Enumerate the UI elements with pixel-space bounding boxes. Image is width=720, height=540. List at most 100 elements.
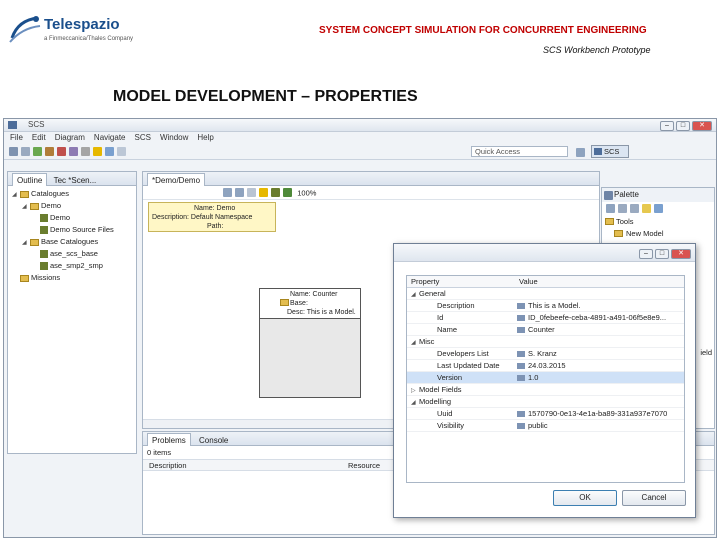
build-icon[interactable]: [45, 147, 54, 157]
ok-button[interactable]: OK: [553, 490, 617, 506]
property-row[interactable]: Description This is a Model.: [407, 300, 684, 312]
property-row[interactable]: Visibility public: [407, 420, 684, 432]
property-value[interactable]: 24.03.2015: [528, 361, 566, 370]
zoom-out-icon[interactable]: [630, 204, 639, 214]
model-icon: [280, 299, 289, 306]
property-row[interactable]: Uuid 1570790-0e13-4e1a-ba89-331a937e7070: [407, 408, 684, 420]
property-group-row[interactable]: ▷ Model Fields: [407, 384, 684, 396]
main-toolbar: Quick Access SCS: [4, 144, 716, 160]
quick-access-input[interactable]: Quick Access: [471, 146, 568, 157]
outline-item-label: ase_smp2_smp: [50, 261, 103, 270]
outline-item-label: Demo: [50, 213, 71, 222]
tab-outline[interactable]: Outline: [12, 173, 48, 186]
logo: Telespazio a Finmeccanica/Thales Company: [8, 10, 148, 54]
property-value[interactable]: Counter: [528, 325, 555, 334]
copy-icon[interactable]: [81, 147, 90, 157]
outline-tree-item[interactable]: Demo Source Files: [12, 224, 136, 236]
expand-arrow-icon[interactable]: ◢: [22, 237, 30, 249]
menu-scs[interactable]: SCS: [135, 133, 151, 142]
palette-header: Palette: [602, 188, 714, 202]
property-value[interactable]: public: [528, 421, 548, 430]
col-description[interactable]: Description: [149, 460, 187, 472]
menu-edit[interactable]: Edit: [32, 133, 46, 142]
col-property[interactable]: Property: [411, 276, 439, 288]
outline-panel: Outline Tec *Scen... ◢ Catalogues ◢ Demo Dem…: [7, 171, 137, 454]
cancel-button[interactable]: Cancel: [622, 490, 686, 506]
property-row[interactable]: Developers List S. Kranz: [407, 348, 684, 360]
zoom-in-icon[interactable]: [618, 204, 627, 214]
fill-color-icon[interactable]: [259, 188, 268, 198]
tab-problems[interactable]: Problems: [147, 433, 191, 446]
property-value[interactable]: 1570790-0e13-4e1a-ba89-331a937e7070: [528, 409, 667, 418]
logo-tagline: a Finmeccanica/Thales Company: [44, 36, 134, 42]
select-icon[interactable]: [606, 204, 615, 214]
outline-tree-item[interactable]: ase_smp2_smp: [12, 260, 136, 272]
outline-tree-item[interactable]: ase_scs_base: [12, 248, 136, 260]
open-perspective-icon[interactable]: [576, 148, 585, 157]
back-icon[interactable]: [105, 147, 114, 157]
palette-group-tools[interactable]: Tools: [602, 216, 714, 228]
dialog-minimize-icon[interactable]: –: [639, 249, 653, 259]
outline-tree-item[interactable]: ◢ Base Catalogues: [12, 236, 136, 248]
col-resource[interactable]: Resource: [348, 460, 380, 472]
property-value[interactable]: 1.0: [528, 373, 538, 382]
property-row[interactable]: Version 1.0: [407, 372, 684, 384]
outline-tree-item[interactable]: Demo: [12, 212, 136, 224]
palette-item-new-model[interactable]: New Model: [602, 228, 714, 240]
tab-demo-editor[interactable]: *Demo/Demo: [147, 173, 206, 186]
package-icon[interactable]: [69, 147, 78, 157]
arrange-icon[interactable]: [235, 188, 244, 198]
outline-tree-item[interactable]: Missions: [12, 272, 136, 284]
property-group-row[interactable]: ◢ Modelling: [407, 396, 684, 408]
run-icon[interactable]: [57, 147, 66, 157]
dialog-maximize-icon[interactable]: □: [655, 249, 669, 259]
menu-diagram[interactable]: Diagram: [55, 133, 85, 142]
line-color-icon[interactable]: [271, 188, 280, 198]
property-group-row[interactable]: ◢ Misc: [407, 336, 684, 348]
menu-navigate[interactable]: Navigate: [94, 133, 126, 142]
expand-arrow-icon[interactable]: ◢: [12, 189, 20, 201]
align-icon[interactable]: [223, 188, 232, 198]
outline-tree-item[interactable]: ◢ Demo: [12, 200, 136, 212]
connector-icon[interactable]: [654, 204, 663, 214]
perspective-button[interactable]: SCS: [591, 145, 629, 158]
property-value[interactable]: S. Kranz: [528, 349, 557, 358]
property-row[interactable]: Id ID_0febeefe-ceba-4891-a491-06f5e8e9...: [407, 312, 684, 324]
tab-scenario[interactable]: Tec *Scen...: [54, 176, 97, 185]
property-value[interactable]: This is a Model.: [528, 301, 581, 310]
check-icon[interactable]: [33, 147, 42, 157]
tools-folder-icon: [605, 218, 614, 225]
property-group-row[interactable]: ◢ General: [407, 288, 684, 300]
model-header: Name: Counter Base: Desc: This is a Mode…: [260, 289, 360, 319]
window-title: SCS: [28, 120, 45, 129]
note-tool-icon[interactable]: [642, 204, 651, 214]
property-row[interactable]: Last Updated Date 24.03.2015: [407, 360, 684, 372]
dialog-close-icon[interactable]: ✕: [671, 249, 691, 259]
minimize-icon[interactable]: –: [660, 121, 674, 131]
scs-perspective-icon: [594, 148, 602, 155]
menu-help[interactable]: Help: [197, 133, 213, 142]
save-icon[interactable]: [9, 147, 18, 157]
nav-icon[interactable]: [93, 147, 102, 157]
menu-file[interactable]: File: [10, 133, 23, 142]
route-icon[interactable]: [247, 188, 256, 198]
package-icon: [40, 250, 48, 259]
forward-icon[interactable]: [117, 147, 126, 157]
menu-window[interactable]: Window: [160, 133, 188, 142]
menu-bar: File Edit Diagram Navigate SCS Window Help: [4, 132, 716, 144]
save-all-icon[interactable]: [21, 147, 30, 157]
export-icon[interactable]: [283, 188, 292, 198]
zoom-level[interactable]: 100%: [297, 188, 316, 197]
property-value[interactable]: ID_0febeefe-ceba-4891-a491-06f5e8e9...: [528, 313, 666, 322]
properties-table: Property Value ◢ General Description This i…: [406, 275, 685, 483]
outline-tree-item[interactable]: ◢ Catalogues: [12, 188, 136, 200]
col-value[interactable]: Value: [519, 276, 538, 288]
expand-arrow-icon[interactable]: ◢: [22, 201, 30, 213]
close-icon[interactable]: ✕: [692, 121, 712, 131]
tab-console[interactable]: Console: [199, 436, 228, 445]
property-row[interactable]: Name Counter: [407, 324, 684, 336]
maximize-icon[interactable]: □: [676, 121, 690, 131]
namespace-note[interactable]: Name: Demo Description: Default Namespac…: [148, 202, 276, 232]
app-icon: [8, 121, 17, 129]
model-element[interactable]: Name: Counter Base: Desc: This is a Mode…: [259, 288, 361, 398]
